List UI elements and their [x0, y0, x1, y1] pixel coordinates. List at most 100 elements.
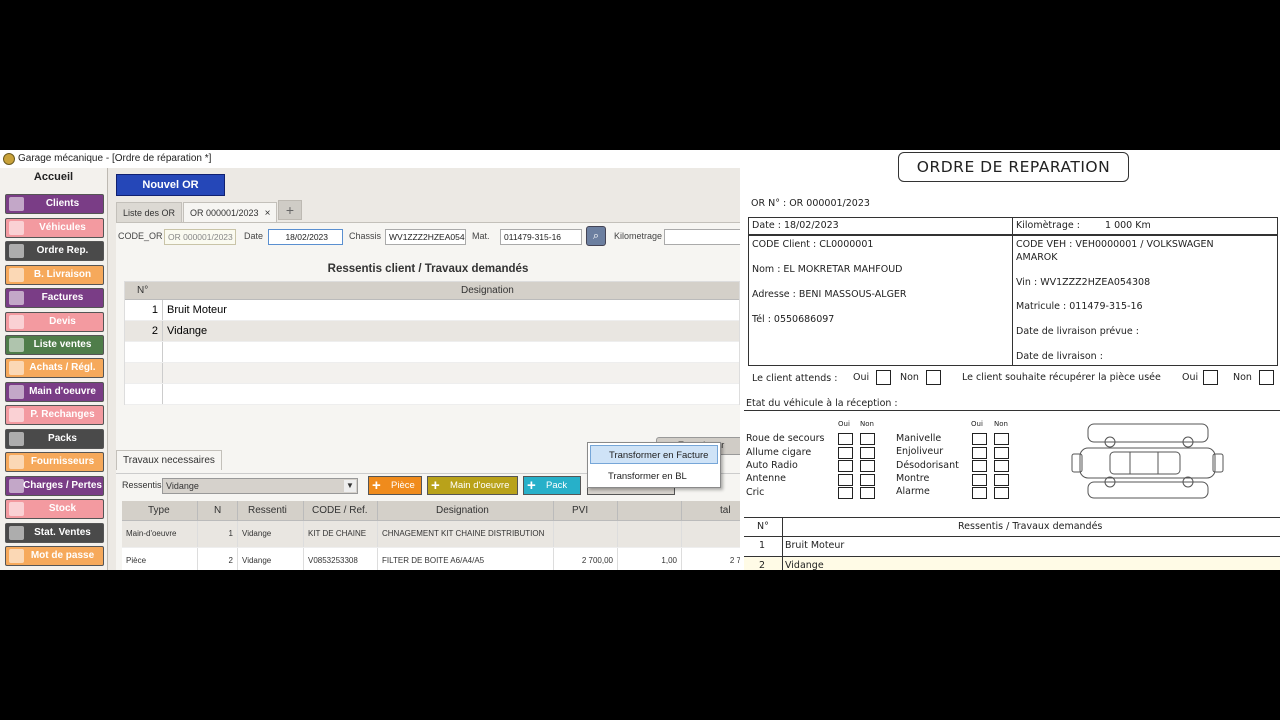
add-main-oeuvre-button[interactable]: + Main d'oeuvre: [427, 476, 518, 495]
sidebar-item-liste-ventes[interactable]: Liste ventes: [5, 335, 104, 355]
add-pack-button[interactable]: + Pack: [523, 476, 581, 495]
sidebar-item-ordre-rep[interactable]: Ordre Rep.: [5, 241, 104, 261]
col-designation-header[interactable]: Designation: [378, 501, 554, 520]
state-checkbox: [972, 487, 987, 499]
state-checkbox: [972, 460, 987, 472]
search-icon: ⌕: [592, 230, 600, 242]
main-area: Nouvel OR Liste des OR OR 000001/2023 × +…: [110, 168, 740, 570]
doc-col-title: Ressentis / Travaux demandés: [958, 521, 1103, 532]
button-label: Pièce: [391, 480, 415, 491]
cell-n: 2: [198, 548, 238, 570]
tab-travaux-necessaires[interactable]: Travaux necessaires: [116, 450, 222, 470]
wrench-icon: [9, 244, 24, 258]
add-piece-button[interactable]: + Pièce: [368, 476, 422, 495]
col-code-header[interactable]: CODE / Ref.: [304, 501, 378, 520]
cell-type[interactable]: Pièce: [122, 548, 198, 570]
sidebar-item-devis[interactable]: Devis: [5, 312, 104, 332]
table-row-empty[interactable]: [125, 384, 739, 405]
row-no: 1: [125, 300, 163, 320]
client-waits-oui-checkbox: [876, 370, 891, 385]
col-n-header[interactable]: N: [198, 501, 238, 520]
cell-type[interactable]: Main-d'oeuvre: [122, 521, 198, 547]
sidebar-item-livraison[interactable]: B. Livraison: [5, 265, 104, 285]
document-table-row: 1 Bruit Moteur: [744, 537, 1280, 557]
col-designation-header[interactable]: Designation: [461, 285, 514, 296]
sidebar-item-stock[interactable]: Stock: [5, 499, 104, 519]
menu-item-transform-facture[interactable]: Transformer en Facture: [590, 445, 718, 464]
divider: [744, 410, 1280, 411]
document-preview: ORDRE DE REPARATION OR N° : OR 000001/20…: [740, 150, 1280, 570]
part-non-checkbox: [1259, 370, 1274, 385]
money-icon: [9, 338, 24, 352]
ressenti-select-value: Vidange: [166, 481, 199, 491]
chassis-field[interactable]: WV1ZZZ2HZEA05430: [385, 229, 466, 245]
client-address: Adresse : BENI MASSOUS-ALGER: [752, 289, 907, 300]
sidebar-item-achats[interactable]: Achats / Régl.: [5, 358, 104, 378]
sidebar-item-packs[interactable]: Packs: [5, 429, 104, 449]
oui-col-label: Oui: [838, 420, 850, 428]
table-row-empty[interactable]: [125, 342, 739, 363]
row-designation: Vidange: [167, 325, 208, 337]
cell-total: [682, 521, 740, 547]
non-label: Non: [1233, 372, 1252, 383]
oui-label: Oui: [853, 372, 870, 383]
mat-field[interactable]: 011479-315-16: [500, 229, 582, 245]
cell-code: V0853253308: [304, 548, 378, 570]
new-or-button[interactable]: Nouvel OR: [116, 174, 225, 196]
col-qty-header[interactable]: [618, 501, 682, 520]
col-type-header[interactable]: Type: [122, 501, 198, 520]
table-row[interactable]: 2 Vidange: [125, 321, 739, 342]
car-icon: [9, 221, 24, 235]
sidebar-item-label: Devis: [49, 316, 76, 327]
table-row[interactable]: 1 Bruit Moteur: [125, 300, 739, 321]
col-total-header[interactable]: tal: [682, 501, 740, 520]
sidebar-item-charges[interactable]: Charges / Pertes: [5, 476, 104, 496]
row-no: [125, 384, 163, 404]
search-button[interactable]: ⌕: [586, 226, 606, 246]
sidebar-item-fournisseurs[interactable]: Fournisseurs: [5, 452, 104, 472]
sidebar-item-vehicules[interactable]: Véhicules: [5, 218, 104, 238]
car-diagram-icon: [1071, 423, 1224, 499]
sidebar-item-label: Main d'oeuvre: [29, 386, 96, 397]
date-field[interactable]: 18/02/2023: [268, 229, 343, 245]
table-row[interactable]: Main-d'oeuvre 1 Vidange KIT DE CHAINE CH…: [122, 521, 740, 548]
km-field[interactable]: [664, 229, 740, 245]
tab-liste-or[interactable]: Liste des OR: [116, 202, 183, 222]
col-no-header[interactable]: N°: [137, 285, 148, 296]
sidebar-item-label: B. Livraison: [33, 269, 92, 280]
travaux-grid-header: Type N Ressenti CODE / Ref. Designation …: [122, 501, 740, 521]
column-divider: [782, 557, 783, 570]
state-checkbox: [860, 460, 875, 472]
col-ressenti-header[interactable]: Ressenti: [238, 501, 304, 520]
check-roue: Roue de secours: [746, 433, 825, 444]
oui-label: Oui: [1182, 372, 1199, 383]
sidebar-item-stat-ventes[interactable]: Stat. Ventes: [5, 523, 104, 543]
row-no: [125, 342, 163, 362]
menu-item-transform-bl[interactable]: Transformer en BL: [590, 467, 718, 486]
vehicle-code: CODE VEH : VEH0000001 / VOLKSWAGEN: [1016, 239, 1214, 250]
vehicle-vin: Vin : WV1ZZZ2HZEA054308: [1016, 277, 1151, 288]
add-tab-button[interactable]: +: [278, 200, 302, 220]
stock-icon: [9, 502, 24, 516]
row-no: 2: [125, 321, 163, 341]
code-or-field[interactable]: OR 000001/2023: [164, 229, 236, 245]
km-label: Kilometrage: [614, 231, 663, 241]
vehicle-matricule: Matricule : 011479-315-16: [1016, 301, 1143, 312]
col-pvi-header[interactable]: PVI: [554, 501, 618, 520]
sidebar-item-label: Packs: [48, 433, 77, 444]
sidebar-item-clients[interactable]: Clients: [5, 194, 104, 214]
supplier-icon: [9, 455, 24, 469]
table-row-empty[interactable]: [125, 363, 739, 384]
sidebar-item-main-oeuvre[interactable]: Main d'oeuvre: [5, 382, 104, 402]
sidebar-item-mot-de-passe[interactable]: Mot de passe: [5, 546, 104, 566]
ressenti-select[interactable]: Vidange ▼: [162, 478, 358, 494]
close-icon[interactable]: ×: [265, 208, 271, 219]
tab-current-or[interactable]: OR 000001/2023 ×: [183, 202, 278, 222]
fire-icon: [9, 479, 24, 493]
table-row[interactable]: Pièce 2 Vidange V0853253308 FILTER DE BO…: [122, 548, 740, 570]
sidebar-item-rechanges[interactable]: P. Rechanges: [5, 405, 104, 425]
sidebar-item-factures[interactable]: Factures: [5, 288, 104, 308]
document-km-value: 1 000 Km: [1105, 220, 1151, 231]
non-col-label: Non: [994, 420, 1008, 428]
cart-icon: [9, 268, 24, 282]
